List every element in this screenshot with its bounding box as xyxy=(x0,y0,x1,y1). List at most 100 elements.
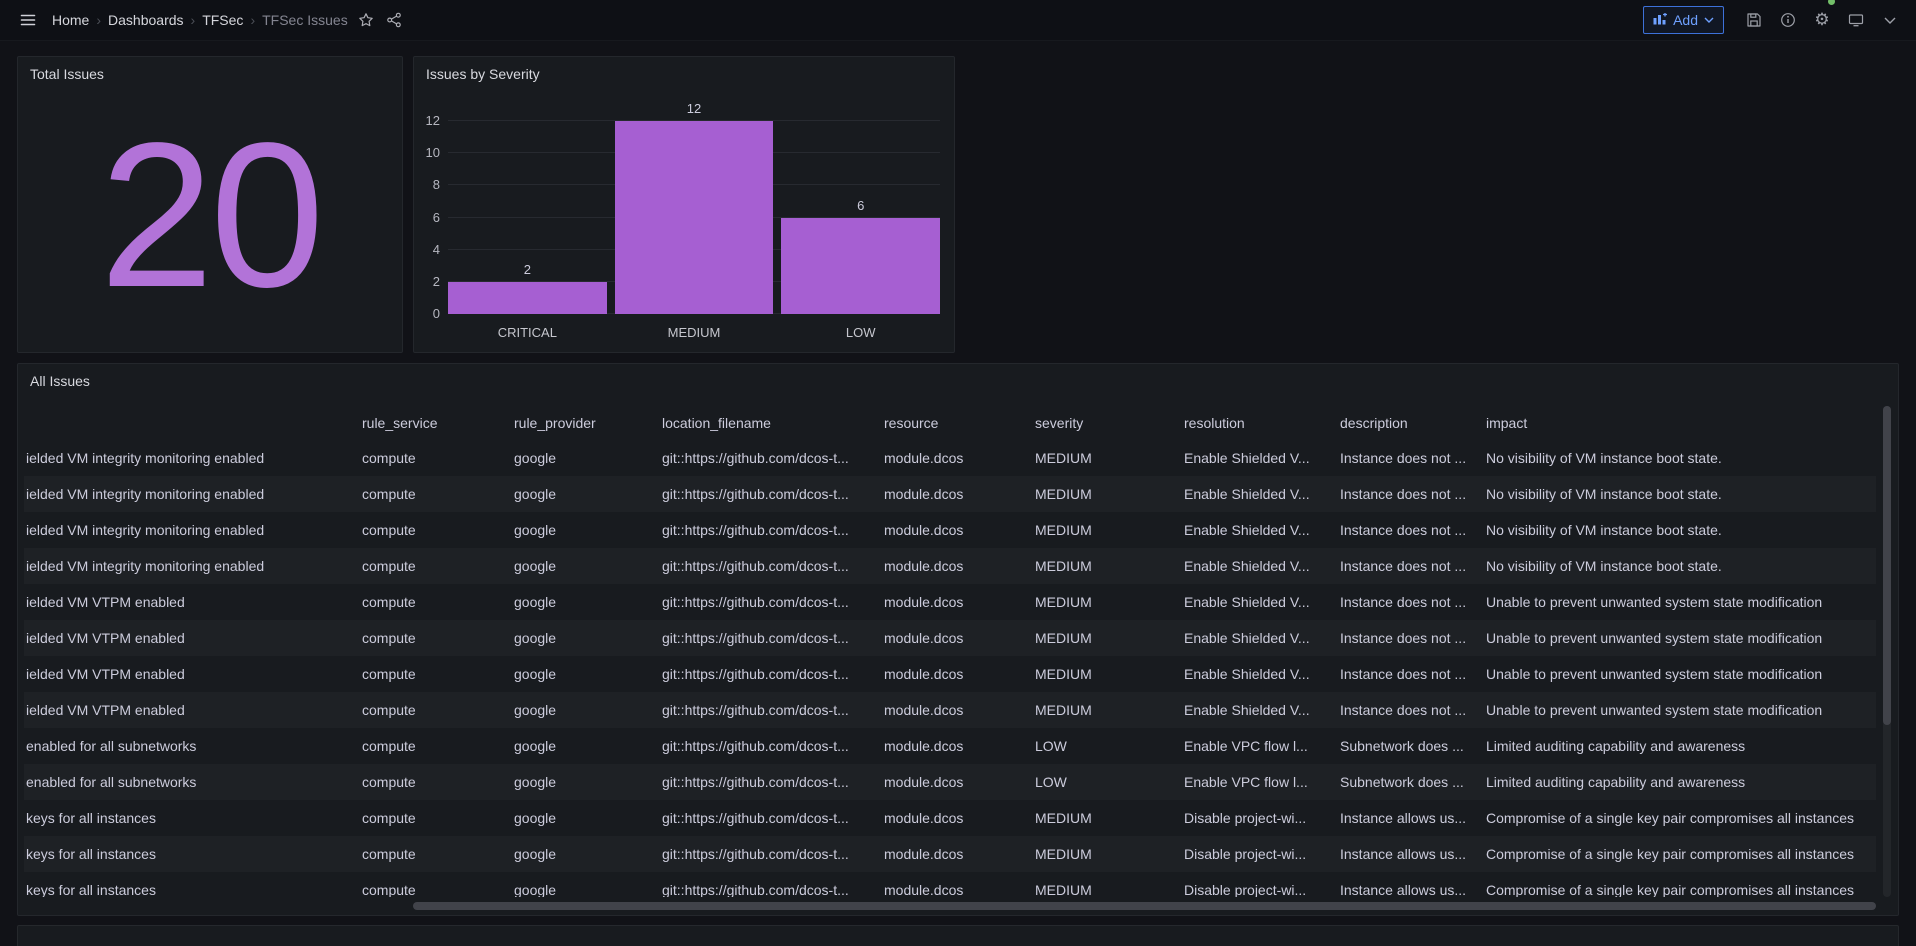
table-cell: LOW xyxy=(1027,738,1176,754)
table-cell: git::https://github.com/dcos-t... xyxy=(654,738,876,754)
table-cell: compute xyxy=(354,810,506,826)
chevron-down-icon[interactable] xyxy=(1876,6,1904,34)
x-tick-label: MEDIUM xyxy=(615,325,774,340)
table-cell: Unable to prevent unwanted system state … xyxy=(1478,666,1876,682)
table-cell: MEDIUM xyxy=(1027,810,1176,826)
chevron-right-icon: › xyxy=(250,12,255,28)
table-row: ielded VM integrity monitoring enabledco… xyxy=(24,476,1876,512)
vertical-scrollbar[interactable] xyxy=(1883,406,1891,897)
star-icon[interactable] xyxy=(352,6,380,34)
table-cell: MEDIUM xyxy=(1027,486,1176,502)
panel-title[interactable]: All Issues xyxy=(30,373,90,389)
table-cell: Enable Shielded V... xyxy=(1176,594,1332,610)
table-cell: compute xyxy=(354,774,506,790)
table-cell: Limited auditing capability and awarenes… xyxy=(1478,774,1876,790)
column-header-impact[interactable]: impact xyxy=(1478,415,1876,431)
menu-icon[interactable] xyxy=(14,6,42,34)
table-cell: Instance allows us... xyxy=(1332,846,1478,862)
table-cell: Enable Shielded V... xyxy=(1176,486,1332,502)
info-icon[interactable] xyxy=(1774,6,1802,34)
table-cell: MEDIUM xyxy=(1027,702,1176,718)
table-cell: MEDIUM xyxy=(1027,558,1176,574)
table-row: ielded VM VTPM enabledcomputegooglegit::… xyxy=(24,584,1876,620)
table-cell: google xyxy=(506,522,654,538)
column-header-resolution[interactable]: resolution xyxy=(1176,415,1332,431)
table-cell: module.dcos xyxy=(876,882,1027,897)
table-cell: Enable Shielded V... xyxy=(1176,522,1332,538)
add-panel-icon xyxy=(1653,12,1667,28)
gear-icon[interactable]: ⚙ xyxy=(1808,6,1836,34)
bar-low[interactable] xyxy=(781,218,940,315)
table-cell: Disable project-wi... xyxy=(1176,810,1332,826)
table-cell: google xyxy=(506,450,654,466)
table-cell: google xyxy=(506,594,654,610)
table-cell: compute xyxy=(354,522,506,538)
bar-medium[interactable] xyxy=(615,121,774,314)
table-cell: compute xyxy=(354,882,506,897)
table-cell: google xyxy=(506,846,654,862)
bar-critical[interactable] xyxy=(448,282,607,314)
bar-chart-plot: 0246810122126 xyxy=(448,121,940,314)
column-header-description[interactable]: description xyxy=(1332,415,1478,431)
table-cell: Instance does not ... xyxy=(1332,522,1478,538)
table-cell: compute xyxy=(354,666,506,682)
column-header-resource[interactable]: resource xyxy=(876,415,1027,431)
breadcrumb-dashboards[interactable]: Dashboards xyxy=(108,12,184,28)
breadcrumb: Home › Dashboards › TFSec › TFSec Issues xyxy=(52,12,348,28)
bars: 2126 xyxy=(448,121,940,314)
table-cell: module.dcos xyxy=(876,774,1027,790)
table-cell: MEDIUM xyxy=(1027,882,1176,897)
y-tick-label: 8 xyxy=(408,177,440,193)
table-cell: Disable project-wi... xyxy=(1176,846,1332,862)
table-cell: Enable Shielded V... xyxy=(1176,558,1332,574)
table-cell: git::https://github.com/dcos-t... xyxy=(654,558,876,574)
table-cell: Instance does not ... xyxy=(1332,450,1478,466)
save-icon[interactable] xyxy=(1740,6,1768,34)
table-cell: compute xyxy=(354,558,506,574)
total-issues-value: 20 xyxy=(18,85,402,344)
table-cell: ielded VM integrity monitoring enabled xyxy=(24,522,354,538)
share-icon[interactable] xyxy=(380,6,408,34)
table-cell: No visibility of VM instance boot state. xyxy=(1478,450,1876,466)
table-cell: keys for all instances xyxy=(24,846,354,862)
table-cell: MEDIUM xyxy=(1027,450,1176,466)
column-header-rule_provider[interactable]: rule_provider xyxy=(506,415,654,431)
y-tick-label: 4 xyxy=(408,242,440,258)
monitor-icon[interactable] xyxy=(1842,6,1870,34)
table-cell: ielded VM VTPM enabled xyxy=(24,594,354,610)
panel-all-issues: All Issues rule_servicerule_providerloca… xyxy=(17,363,1899,916)
table-cell: google xyxy=(506,774,654,790)
table-cell: module.dcos xyxy=(876,666,1027,682)
table-cell: module.dcos xyxy=(876,738,1027,754)
breadcrumb-tfsec[interactable]: TFSec xyxy=(202,12,243,28)
table-cell: google xyxy=(506,882,654,897)
table-cell: git::https://github.com/dcos-t... xyxy=(654,522,876,538)
column-header-severity[interactable]: severity xyxy=(1027,415,1176,431)
add-button[interactable]: Add xyxy=(1643,6,1724,34)
horizontal-scrollbar-thumb[interactable] xyxy=(413,902,1876,910)
panel-title[interactable]: Total Issues xyxy=(30,66,104,82)
horizontal-scrollbar[interactable] xyxy=(24,902,1876,910)
table-cell: MEDIUM xyxy=(1027,630,1176,646)
column-header-location_filename[interactable]: location_filename xyxy=(654,415,876,431)
panel-total-issues: Total Issues 20 xyxy=(17,56,403,353)
issues-table: rule_servicerule_providerlocation_filena… xyxy=(24,406,1876,897)
breadcrumb-home[interactable]: Home xyxy=(52,12,89,28)
column-header-rule_service[interactable]: rule_service xyxy=(354,415,506,431)
table-cell: MEDIUM xyxy=(1027,666,1176,682)
bar-value-label: 6 xyxy=(781,198,940,213)
table-cell: enabled for all subnetworks xyxy=(24,774,354,790)
table-cell: git::https://github.com/dcos-t... xyxy=(654,666,876,682)
table-cell: Instance allows us... xyxy=(1332,882,1478,897)
panel-title[interactable]: Issues by Severity xyxy=(426,66,540,82)
table-cell: Unable to prevent unwanted system state … xyxy=(1478,702,1876,718)
table-cell: google xyxy=(506,486,654,502)
table-cell: Limited auditing capability and awarenes… xyxy=(1478,738,1876,754)
table-cell: ielded VM integrity monitoring enabled xyxy=(24,558,354,574)
chevron-right-icon: › xyxy=(96,12,101,28)
table-cell: Instance does not ... xyxy=(1332,594,1478,610)
notification-dot xyxy=(1828,0,1835,5)
vertical-scrollbar-thumb[interactable] xyxy=(1883,406,1891,725)
table-cell: module.dcos xyxy=(876,486,1027,502)
table-cell: MEDIUM xyxy=(1027,846,1176,862)
